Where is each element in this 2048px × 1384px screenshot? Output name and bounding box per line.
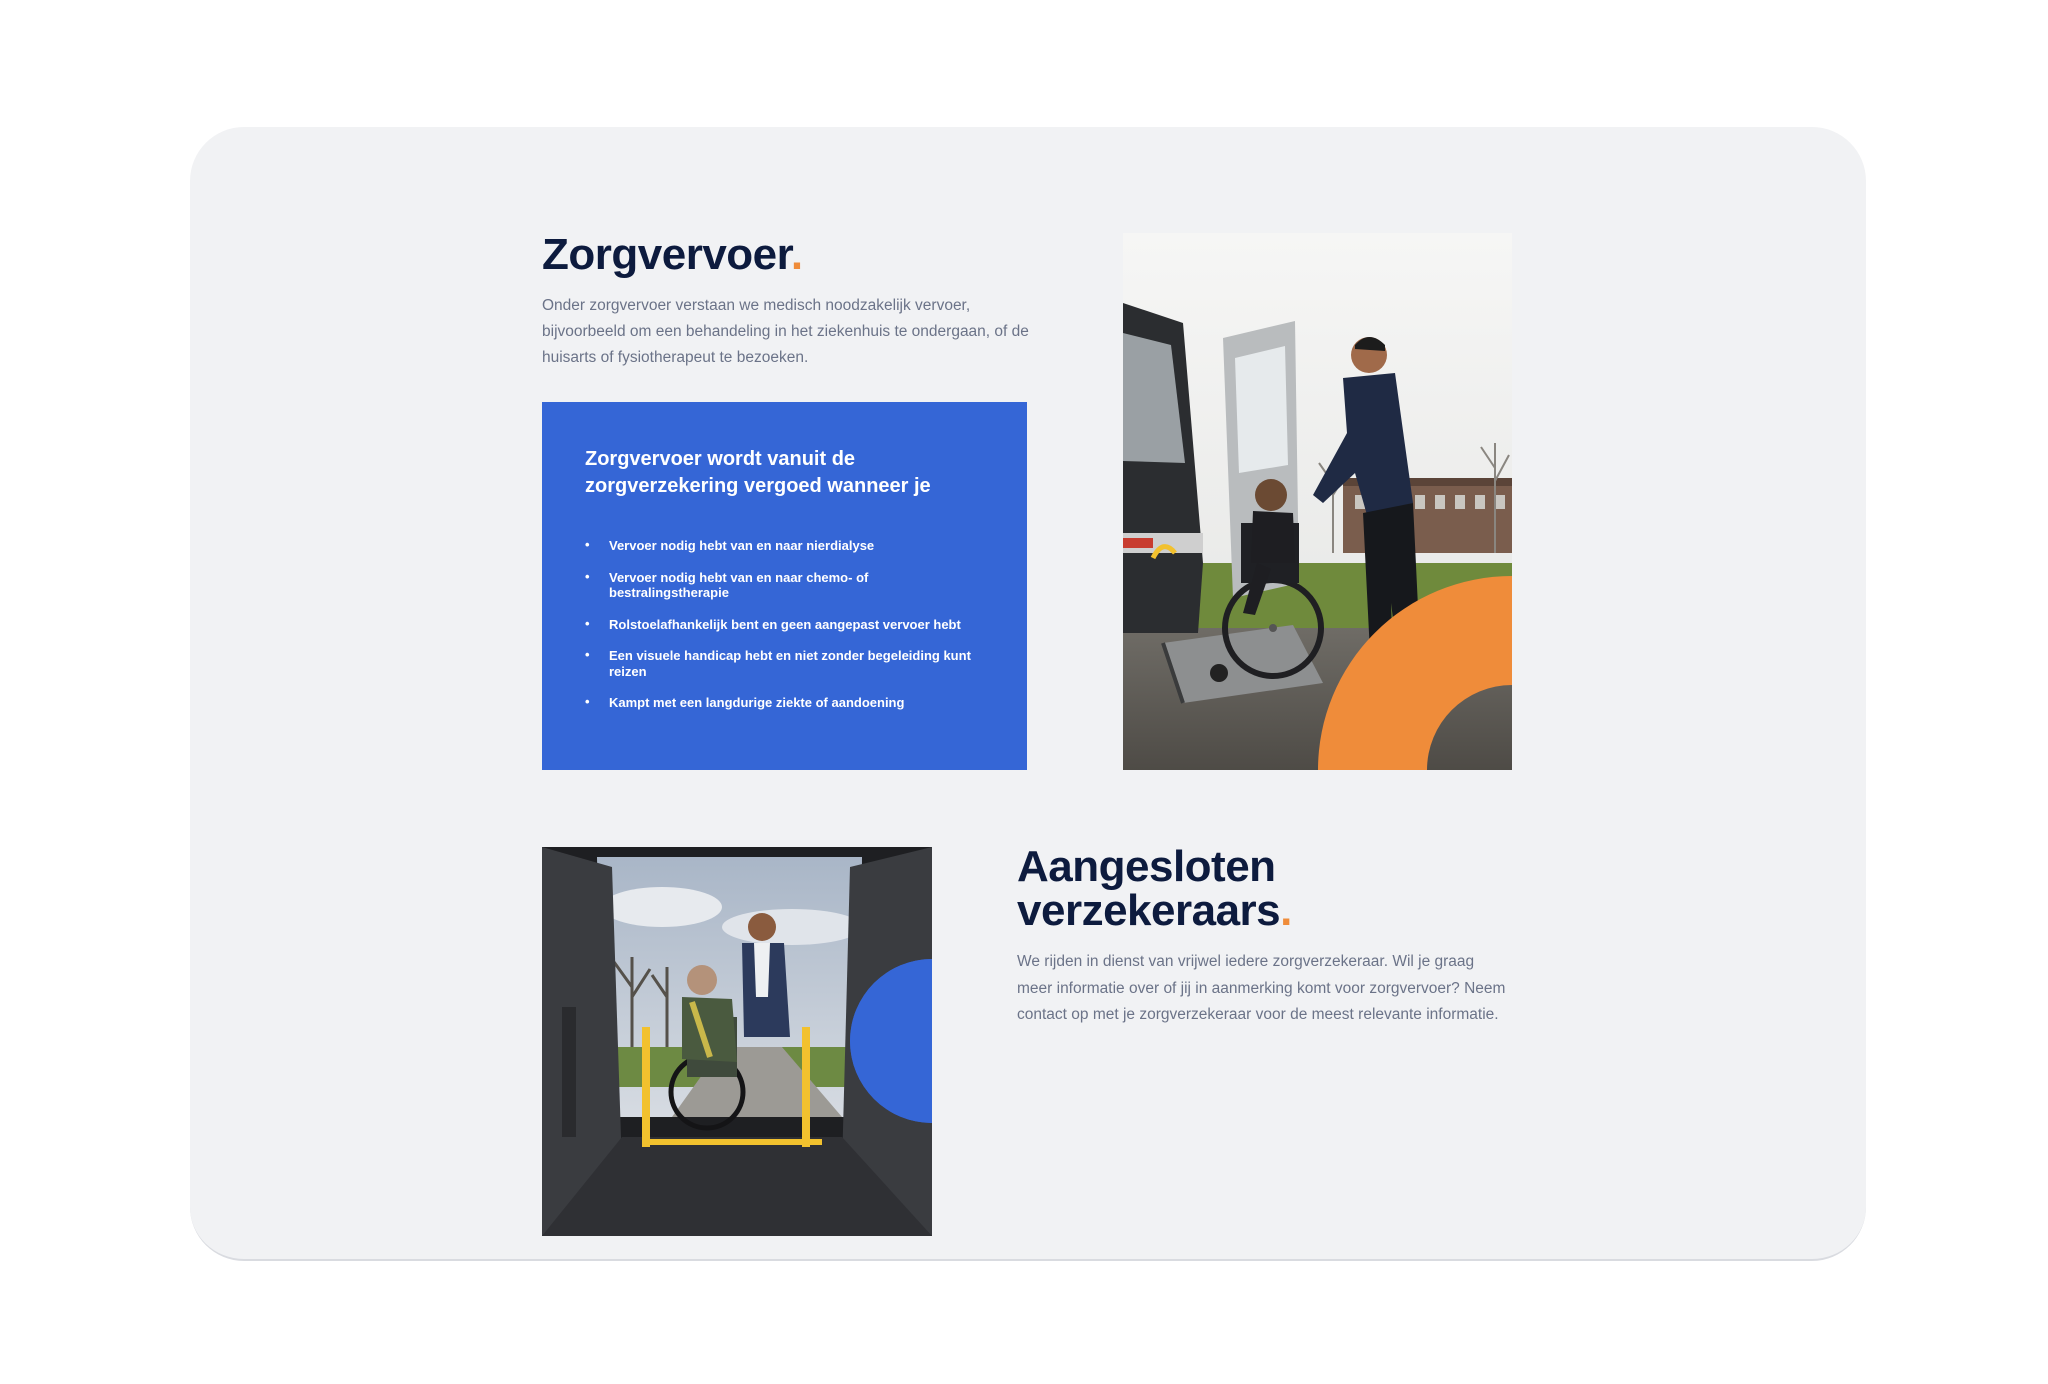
intro-paragraph: Onder zorgvervoer verstaan we medisch no… bbox=[542, 297, 1029, 366]
list-item: • Kampt met een langdurige ziekte of aand… bbox=[585, 694, 979, 711]
list-item-text: Vervoer nodig hebt van en naar chemo- of… bbox=[609, 569, 869, 601]
bullet-icon: • bbox=[585, 615, 590, 631]
reimbursement-info-box: Zorgvervoer wordt vanuit de zorgverzeker… bbox=[542, 402, 1027, 770]
section-title-zorgvervoer: Zorgvervoer. bbox=[542, 229, 803, 281]
section-title-verzekeraars: Aangesloten verzekeraars. bbox=[1017, 845, 1437, 933]
list-item: • Een visuele handicap hebt en niet zonde… bbox=[585, 647, 979, 679]
title-text: Zorgvervoer bbox=[542, 230, 791, 279]
list-item: • Vervoer nodig hebt van en naar nierdial… bbox=[585, 537, 979, 554]
van-interior-wheelchair-photo bbox=[542, 847, 932, 1236]
conditions-list: • Vervoer nodig hebt van en naar nierdial… bbox=[585, 537, 983, 711]
info-box-heading: Zorgvervoer wordt vanuit de zorgverzeker… bbox=[585, 448, 931, 497]
title-accent-dot: . bbox=[790, 230, 803, 279]
wheelchair-van-lift-photo bbox=[1123, 233, 1512, 770]
list-item-text: Vervoer nodig hebt van en naar nierdialy… bbox=[609, 538, 875, 553]
bullet-icon: • bbox=[585, 694, 590, 709]
bullet-icon: • bbox=[585, 568, 590, 584]
photo-illustration bbox=[1123, 233, 1512, 770]
photo-illustration bbox=[542, 847, 932, 1236]
title-accent-dot: . bbox=[1280, 886, 1292, 935]
bullet-icon: • bbox=[585, 647, 590, 662]
list-item: • Vervoer nodig hebt van en naar chemo- o… bbox=[585, 568, 979, 601]
content-card: Zorgvervoer. Onder zorgvervoer verstaan … bbox=[190, 127, 1866, 1261]
list-item-text: Een visuele handicap hebt en niet zonder… bbox=[609, 648, 971, 679]
insurers-paragraph: We rijden in dienst van vrijwel iedere z… bbox=[1017, 953, 1506, 1023]
list-item-text: Kampt met een langdurige ziekte of aando… bbox=[609, 695, 905, 710]
list-item-text: Rolstoelafhankelijk bent en geen aangepa… bbox=[609, 616, 961, 632]
list-item: • Rolstoelafhankelijk bent en geen aangep… bbox=[585, 615, 979, 633]
bullet-icon: • bbox=[585, 537, 590, 552]
title-text: Aangesloten verzekeraars bbox=[1017, 842, 1281, 935]
